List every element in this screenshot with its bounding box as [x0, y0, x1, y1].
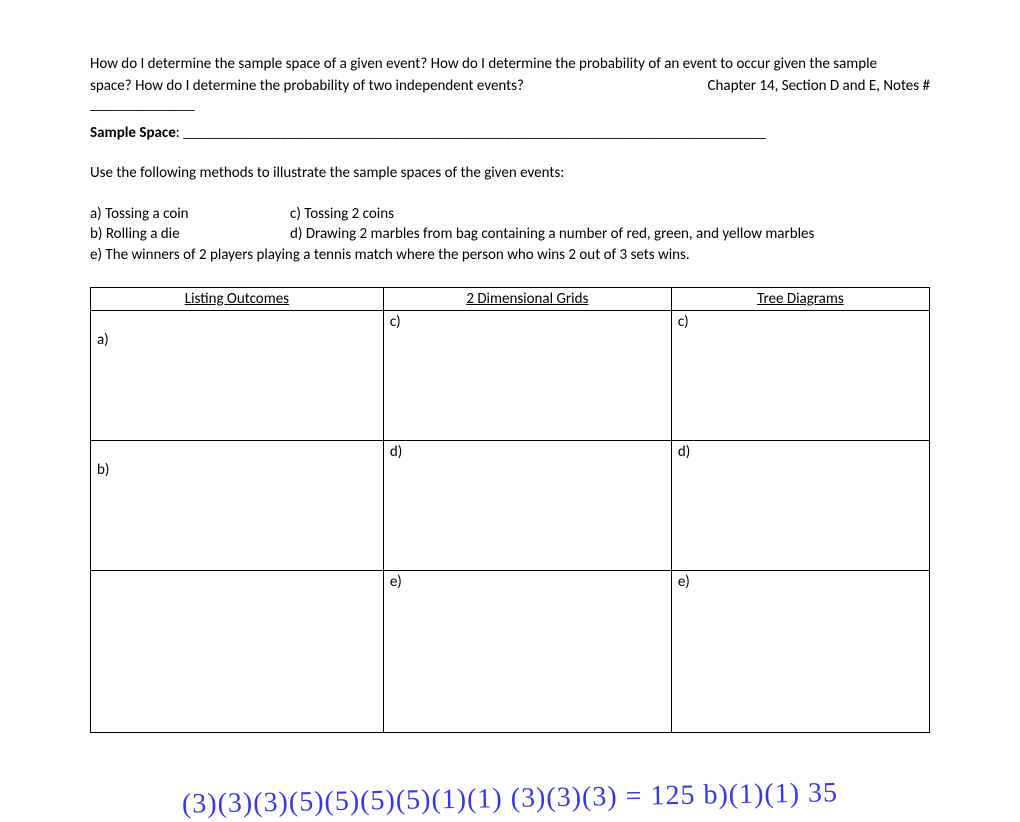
option-d: d) Drawing 2 marbles from bag containing…	[290, 224, 814, 244]
cell-d-grid[interactable]: d)	[383, 440, 671, 570]
cell-c-tree[interactable]: c)	[671, 310, 929, 440]
option-e: e) The winners of 2 players playing a te…	[90, 245, 930, 265]
sample-space-line: Sample Space: __________________________…	[90, 124, 930, 142]
cell-c-grid[interactable]: c)	[383, 310, 671, 440]
options-list: a) Tossing a coin c) Tossing 2 coins b) …	[90, 204, 930, 265]
table-header-row: Listing Outcomes 2 Dimensional Grids Tre…	[91, 287, 930, 310]
methods-instruction: Use the following methods to illustrate …	[90, 164, 930, 182]
cell-label: d)	[390, 443, 665, 461]
cell-label: e)	[390, 573, 665, 591]
cell-label: c)	[390, 313, 665, 331]
option-b: b) Rolling a die	[90, 224, 290, 244]
intro-line2: space? How do I determine the probabilit…	[90, 77, 930, 97]
cell-label: c)	[678, 313, 923, 331]
table-row: b) d) d)	[91, 440, 930, 570]
option-a: a) Tossing a coin	[90, 204, 290, 224]
chapter-reference: Chapter 14, Section D and E, Notes #	[708, 77, 930, 97]
table-row: a) c) c)	[91, 310, 930, 440]
sample-space-label: Sample Space	[90, 124, 176, 142]
header-listing-outcomes: Listing Outcomes	[91, 287, 384, 310]
cell-d-tree[interactable]: d)	[671, 440, 929, 570]
cell-e-grid[interactable]: e)	[383, 570, 671, 732]
header-tree-diagrams: Tree Diagrams	[671, 287, 929, 310]
sample-space-table: Listing Outcomes 2 Dimensional Grids Tre…	[90, 287, 930, 733]
intro-paragraph: How do I determine the sample space of a…	[90, 55, 930, 114]
cell-label: d)	[678, 443, 923, 461]
intro-line1: How do I determine the sample space of a…	[90, 55, 930, 75]
sample-space-blank[interactable]: : ______________________________________…	[176, 124, 766, 142]
cell-b[interactable]: b)	[91, 440, 384, 570]
option-c: c) Tossing 2 coins	[290, 204, 394, 224]
notes-number-blank[interactable]: ______________	[90, 96, 930, 114]
cell-label: b)	[97, 443, 377, 479]
intro-line2-left: space? How do I determine the probabilit…	[90, 77, 524, 97]
handwritten-math: (3)(3)(3)(5)(5)(5)(5)(1)(1) (3)(3)(3) = …	[90, 775, 930, 822]
table-row: e) e)	[91, 570, 930, 732]
cell-label: a)	[97, 313, 377, 349]
header-2d-grids: 2 Dimensional Grids	[383, 287, 671, 310]
cell-blank[interactable]	[91, 570, 384, 732]
cell-e-tree[interactable]: e)	[671, 570, 929, 732]
cell-label: e)	[678, 573, 923, 591]
cell-a[interactable]: a)	[91, 310, 384, 440]
